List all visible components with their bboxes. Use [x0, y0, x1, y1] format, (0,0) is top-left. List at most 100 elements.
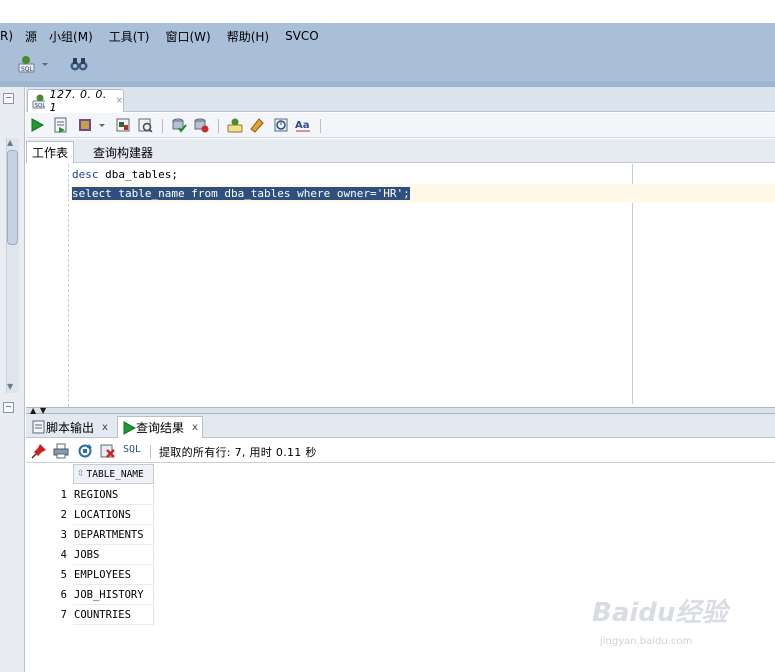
refresh-icon [78, 444, 92, 458]
rollback-button[interactable] [192, 116, 210, 134]
column-header-label: TABLE_NAME [86, 468, 144, 480]
binoculars-icon [70, 58, 88, 71]
sql-tuning-button[interactable] [136, 116, 154, 134]
table-row[interactable]: 3 DEPARTMENTS [26, 525, 154, 545]
table-cell[interactable]: JOBS [73, 545, 154, 565]
code-line-current[interactable]: select table_name from dba_tables where … [71, 184, 775, 203]
tab-query-result-label: 查询结果 [136, 421, 185, 435]
rollback-icon [194, 118, 209, 133]
menu-bar: R) 源 小组(M) 工具(T) 窗口(W) 帮助(H) SVCO [0, 23, 775, 49]
sql-keyword: desc [72, 168, 99, 181]
watermark-logo-text: Baidu经验 [592, 598, 728, 628]
svg-text:SQL: SQL [35, 103, 46, 109]
table-row[interactable]: 6 JOB_HISTORY [26, 585, 154, 605]
run-statement-icon [123, 420, 136, 435]
left-scrollbar-thumb[interactable] [7, 150, 18, 245]
autotrace-button[interactable] [76, 116, 94, 134]
run-script-button[interactable] [52, 116, 70, 134]
close-icon[interactable]: x [192, 422, 198, 433]
table-row[interactable]: 2 LOCATIONS [26, 505, 154, 525]
delete-button[interactable] [99, 442, 117, 460]
gutter-divider [68, 164, 69, 407]
menu-help[interactable]: 帮助(H) [227, 28, 269, 45]
table-cell[interactable]: JOB_HISTORY [73, 585, 154, 605]
clear-button[interactable] [248, 116, 266, 134]
row-number: 7 [60, 609, 67, 621]
tab-query-result[interactable]: 查询结果 x [117, 416, 203, 438]
table-cell[interactable]: DEPARTMENTS [73, 525, 154, 545]
column-header[interactable]: ⇳ TABLE_NAME [73, 464, 154, 484]
menu-team[interactable]: 小组(M) [49, 28, 93, 45]
table-row[interactable]: 5 EMPLOYEES [26, 565, 154, 585]
row-number: 1 [60, 489, 67, 501]
unshared-worksheet-button[interactable] [226, 116, 244, 134]
row-number: 4 [60, 549, 67, 561]
run-script-icon [54, 117, 67, 133]
screen-top-blank [0, 0, 775, 23]
menu-source[interactable]: 源 [25, 28, 37, 45]
table-cell[interactable]: EMPLOYEES [73, 565, 154, 585]
find-db-object-button[interactable] [68, 54, 90, 74]
table-cell[interactable]: REGIONS [73, 485, 154, 505]
script-output-icon [32, 420, 45, 434]
row-number: 5 [60, 569, 67, 581]
scroll-up-icon[interactable]: ▲ [7, 138, 13, 147]
menu-window[interactable]: 窗口(W) [165, 28, 210, 45]
pin-icon [31, 444, 46, 459]
history-button[interactable] [272, 116, 290, 134]
tab-query-builder[interactable]: 查询构建器 [88, 141, 158, 163]
table-cell[interactable]: COUNTRIES [73, 605, 154, 625]
tab-worksheet[interactable]: 工作表 [26, 141, 75, 163]
results-toolbar: SQL 提取的所有行: 7, 用时 0.11 秒 [26, 439, 775, 463]
tab-script-output[interactable]: 脚本输出 x [28, 416, 112, 438]
menu-svco[interactable]: SVCO [285, 29, 319, 43]
table-row[interactable]: 1 REGIONS [26, 485, 154, 505]
history-icon [274, 118, 288, 132]
to-upper-lower-button[interactable]: Aa [294, 116, 312, 134]
editor-subtab-strip: 工作表 查询构建器 [26, 139, 775, 163]
minimize-icon[interactable]: − [3, 93, 14, 104]
print-button[interactable] [52, 442, 70, 460]
menu-tools[interactable]: 工具(T) [109, 28, 150, 45]
close-icon[interactable]: × [115, 96, 123, 106]
sql-worksheet-button[interactable]: SQL [16, 54, 52, 74]
scroll-down-icon[interactable]: ▼ [7, 382, 13, 391]
explain-plan-icon [116, 118, 130, 132]
panel-splitter[interactable]: ▲ ▼ [26, 406, 775, 415]
code-editor[interactable]: desc dba_tables; select table_name from … [26, 164, 775, 407]
connection-tab[interactable]: SQL 127. 0. 0. 1 × [27, 88, 124, 114]
baidu-watermark: Baidu经验 jingyan.baidu.com [592, 588, 742, 658]
results-tab-strip: 脚本输出 x 查询结果 x [26, 414, 775, 438]
menu-run[interactable]: R) [0, 29, 13, 43]
connection-tab-title: 127. 0. 0. 1 [49, 88, 107, 114]
code-line[interactable]: desc dba_tables; [71, 165, 775, 184]
sql-editor-panel: SQL 127. 0. 0. 1 × Aa 工作表 查询构建器 desc dba… [26, 87, 775, 407]
svg-text:Aa: Aa [295, 120, 310, 131]
freeze-view-button[interactable] [30, 442, 48, 460]
sql-connection-icon: SQL [18, 56, 48, 73]
run-statement-button[interactable] [28, 116, 46, 134]
table-row[interactable]: 7 COUNTRIES [26, 605, 154, 625]
row-number: 6 [60, 589, 67, 601]
sql-link[interactable]: SQL [123, 444, 141, 455]
editor-toolbar: Aa [26, 113, 775, 138]
sql-connection-icon: SQL [32, 94, 46, 109]
explain-plan-button[interactable] [114, 116, 132, 134]
close-icon[interactable]: x [102, 422, 108, 433]
row-number: 3 [60, 529, 67, 541]
line-number-gutter [26, 164, 68, 407]
commit-button[interactable] [170, 116, 188, 134]
commit-icon [172, 118, 187, 133]
sort-icon: ⇳ [77, 469, 85, 479]
run-statement-icon [31, 118, 45, 132]
watermark-url: jingyan.baidu.com [600, 636, 693, 647]
print-icon [53, 443, 69, 459]
tuning-advisor-icon [138, 118, 153, 133]
table-cell[interactable]: LOCATIONS [73, 505, 154, 525]
table-row[interactable]: 4 JOBS [26, 545, 154, 565]
toolbar-divider [218, 119, 219, 133]
minimize-icon[interactable]: − [3, 402, 14, 413]
autotrace-dropdown[interactable] [96, 116, 108, 134]
eraser-icon [250, 118, 264, 133]
refresh-button[interactable] [76, 442, 94, 460]
